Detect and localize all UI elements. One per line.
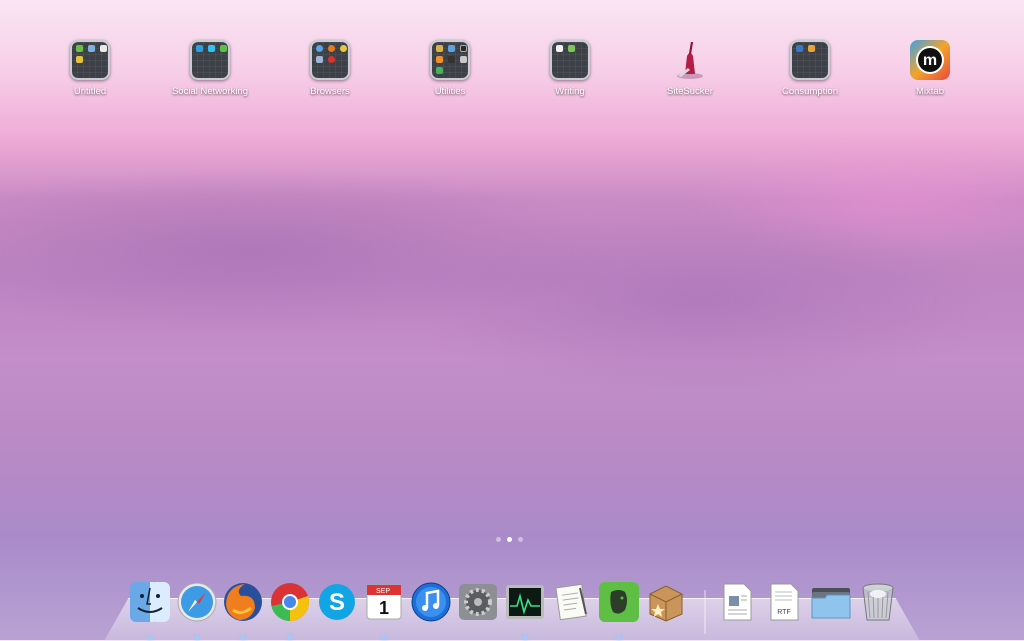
dock: S SEP 1 RTF: [0, 578, 1024, 640]
calendar-icon: SEP 1: [366, 584, 402, 620]
folder-icon: [310, 40, 350, 80]
launchpad-label: Mixtab: [916, 86, 944, 97]
launchpad-label: SiteSucker: [667, 86, 713, 97]
dock-item-evernote[interactable]: [596, 578, 642, 640]
dock-item-document[interactable]: [714, 578, 760, 626]
dock-item-activity-monitor[interactable]: [502, 578, 548, 640]
running-indicator: [195, 636, 199, 640]
folder-icon: [550, 40, 590, 80]
running-indicator: [382, 636, 386, 640]
dock-item-trash[interactable]: [855, 578, 901, 626]
launchpad-item-consumption[interactable]: Consumption: [755, 40, 865, 97]
itunes-icon: [411, 582, 451, 622]
dock-item-textedit[interactable]: [549, 578, 595, 626]
textedit-icon: [555, 583, 587, 621]
folder-icon: [190, 40, 230, 80]
launchpad-item-untitled[interactable]: Untitled: [35, 40, 145, 97]
dock-item-safari[interactable]: [174, 578, 220, 640]
launchpad-label: Untitled: [73, 86, 107, 97]
launchpad-item-sitesucker[interactable]: SiteSucker: [635, 40, 745, 97]
folder-stack-icon: [811, 588, 851, 619]
evernote-icon: [599, 582, 639, 622]
launchpad-item-browsers[interactable]: Browsers: [275, 40, 385, 97]
launchpad-item-writing[interactable]: Writing: [515, 40, 625, 97]
dock-item-itunes[interactable]: [408, 578, 454, 626]
page-indicator: [496, 537, 523, 542]
dock-item-system-preferences[interactable]: [455, 578, 501, 626]
rtf-document-icon: RTF: [770, 583, 799, 621]
skype-icon: S: [319, 584, 355, 620]
firefox-icon: [224, 583, 262, 621]
dock-item-chrome[interactable]: [267, 578, 313, 640]
safari-icon: [177, 582, 217, 622]
sitesucker-icon: [670, 40, 710, 80]
running-indicator: [617, 636, 621, 640]
calendar-month: SEP: [376, 588, 390, 595]
folder-icon: [430, 40, 470, 80]
running-indicator: [148, 636, 152, 640]
launchpad-item-social-networking[interactable]: Social Networking: [155, 40, 265, 97]
launchpad-grid: Untitled Social Networking Browsers Util…: [0, 40, 1024, 110]
rtf-badge: RTF: [777, 609, 790, 616]
archive-box-icon: [649, 585, 683, 622]
svg-text:S: S: [329, 589, 345, 616]
document-icon: [723, 583, 752, 621]
chrome-icon: [271, 583, 309, 621]
dock-item-rtf-document[interactable]: RTF: [761, 578, 807, 626]
dock-item-folder-stack[interactable]: [808, 578, 854, 626]
running-indicator: [241, 636, 245, 640]
launchpad-label: Consumption: [782, 86, 838, 97]
dock-item-calendar[interactable]: SEP 1: [361, 578, 407, 640]
page-dot[interactable]: [518, 537, 523, 542]
finder-icon: [130, 582, 170, 622]
page-dot-current[interactable]: [507, 537, 512, 542]
activity-monitor-icon: [506, 585, 544, 619]
svg-text:m: m: [923, 52, 937, 69]
launchpad-label: Browsers: [310, 86, 350, 97]
dock-item-finder[interactable]: [127, 578, 173, 640]
calendar-day: 1: [379, 598, 389, 618]
launchpad-item-utilities[interactable]: Utilities: [395, 40, 505, 97]
trash-icon: [862, 583, 894, 621]
mixtab-icon: m: [910, 40, 950, 80]
page-dot[interactable]: [496, 537, 501, 542]
dock-item-archive-utility[interactable]: [643, 578, 689, 626]
running-indicator: [288, 636, 292, 640]
folder-icon: [70, 40, 110, 80]
running-indicator: [523, 636, 527, 640]
dock-item-firefox[interactable]: [220, 578, 266, 640]
launchpad-label: Utilities: [434, 86, 466, 97]
folder-icon: [790, 40, 830, 80]
dock-item-skype[interactable]: S: [314, 578, 360, 626]
launchpad-label: Social Networking: [171, 86, 249, 97]
gear-icon: [459, 584, 497, 620]
launchpad-label: Writing: [555, 86, 585, 97]
launchpad-item-mixtab[interactable]: m Mixtab: [875, 40, 985, 97]
